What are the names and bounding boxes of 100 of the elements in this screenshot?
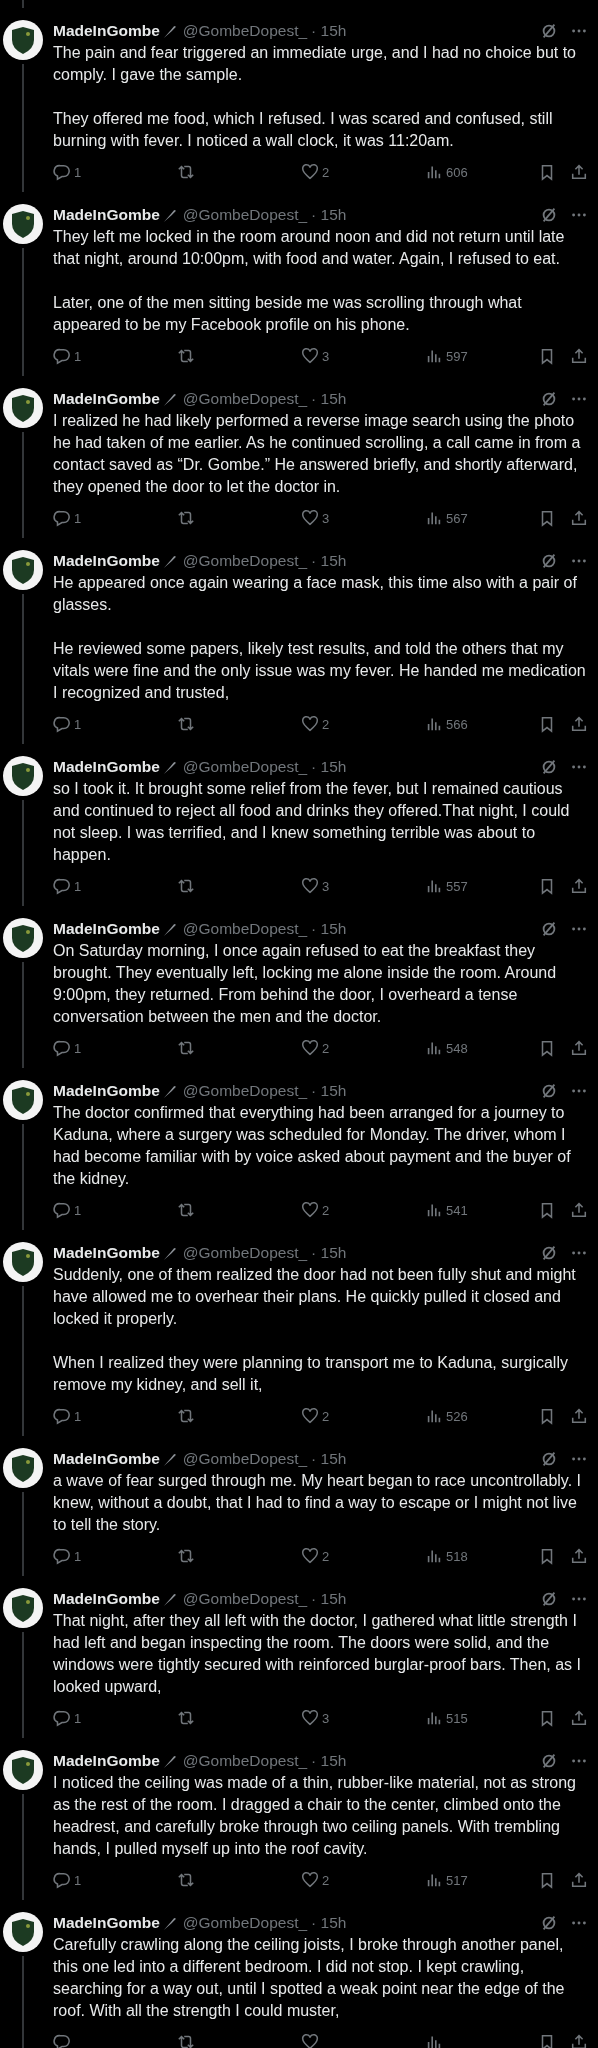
post-time[interactable]: · 15h [311,1590,347,1608]
repost-icon[interactable] [177,715,195,733]
author-name[interactable]: MadeInGombe [53,758,160,776]
post-time[interactable]: · 15h [311,1244,347,1262]
share-icon[interactable] [570,1871,588,1889]
repost-icon[interactable] [177,1547,195,1565]
reply-icon[interactable] [53,1201,71,1219]
post-time[interactable]: · 15h [311,22,347,40]
author-name[interactable]: MadeInGombe [53,1752,160,1770]
share-icon[interactable] [570,1547,588,1565]
share-icon[interactable] [570,1709,588,1727]
reply-icon[interactable] [53,877,71,895]
author-name[interactable]: MadeInGombe [53,1244,160,1262]
heart-icon[interactable] [301,715,319,733]
shield-avatar-icon[interactable] [3,1080,43,1120]
share-icon[interactable] [570,163,588,181]
post-time[interactable]: · 15h [311,920,347,938]
reply-icon[interactable] [53,1407,71,1425]
heart-icon[interactable] [301,509,319,527]
post-time[interactable]: · 15h [311,390,347,408]
heart-icon[interactable] [301,2033,319,2048]
heart-icon[interactable] [301,1407,319,1425]
author-handle[interactable]: @GombeDopest_ [182,206,308,224]
author-handle[interactable]: @GombeDopest_ [182,1752,308,1770]
shield-avatar-icon[interactable] [3,756,43,796]
shield-avatar-icon[interactable] [3,1448,43,1488]
author-handle[interactable]: @GombeDopest_ [182,552,308,570]
repost-icon[interactable] [177,347,195,365]
slashed-circle-icon[interactable] [540,22,558,40]
author-name[interactable]: MadeInGombe [53,1590,160,1608]
post-time[interactable]: · 15h [311,1914,347,1932]
slashed-circle-icon[interactable] [540,1914,558,1932]
slashed-circle-icon[interactable] [540,920,558,938]
reply-icon[interactable] [53,347,71,365]
reply-icon[interactable] [53,715,71,733]
reply-icon[interactable] [53,1871,71,1889]
author-name[interactable]: MadeInGombe [53,390,160,408]
slashed-circle-icon[interactable] [540,1450,558,1468]
author-handle[interactable]: @GombeDopest_ [182,22,308,40]
author-handle[interactable]: @GombeDopest_ [182,920,308,938]
reply-icon[interactable] [53,163,71,181]
heart-icon[interactable] [301,877,319,895]
repost-icon[interactable] [177,877,195,895]
author-handle[interactable]: @GombeDopest_ [182,758,308,776]
repost-icon[interactable] [177,2033,195,2048]
heart-icon[interactable] [301,1871,319,1889]
reply-icon[interactable] [53,1547,71,1565]
shield-avatar-icon[interactable] [3,550,43,590]
repost-icon[interactable] [177,163,195,181]
author-name[interactable]: MadeInGombe [53,552,160,570]
heart-icon[interactable] [301,1039,319,1057]
repost-icon[interactable] [177,1407,195,1425]
slashed-circle-icon[interactable] [540,1590,558,1608]
author-handle[interactable]: @GombeDopest_ [182,1244,308,1262]
author-name[interactable]: MadeInGombe [53,1450,160,1468]
heart-icon[interactable] [301,1201,319,1219]
author-name[interactable]: MadeInGombe [53,1082,160,1100]
slashed-circle-icon[interactable] [540,1082,558,1100]
slashed-circle-icon[interactable] [540,552,558,570]
author-name[interactable]: MadeInGombe [53,206,160,224]
share-icon[interactable] [570,877,588,895]
author-handle[interactable]: @GombeDopest_ [182,1450,308,1468]
heart-icon[interactable] [301,347,319,365]
share-icon[interactable] [570,715,588,733]
author-name[interactable]: MadeInGombe [53,1914,160,1932]
share-icon[interactable] [570,2033,588,2048]
post-time[interactable]: · 15h [311,1450,347,1468]
repost-icon[interactable] [177,1709,195,1727]
slashed-circle-icon[interactable] [540,758,558,776]
post-time[interactable]: · 15h [311,758,347,776]
reply-icon[interactable] [53,509,71,527]
share-icon[interactable] [570,509,588,527]
shield-avatar-icon[interactable] [3,20,43,60]
shield-avatar-icon[interactable] [3,1588,43,1628]
slashed-circle-icon[interactable] [540,390,558,408]
shield-avatar-icon[interactable] [3,204,43,244]
repost-icon[interactable] [177,1871,195,1889]
heart-icon[interactable] [301,1547,319,1565]
post-time[interactable]: · 15h [311,1082,347,1100]
share-icon[interactable] [570,347,588,365]
heart-icon[interactable] [301,163,319,181]
author-name[interactable]: MadeInGombe [53,920,160,938]
repost-icon[interactable] [177,1201,195,1219]
author-handle[interactable]: @GombeDopest_ [182,390,308,408]
reply-icon[interactable] [53,1709,71,1727]
post-time[interactable]: · 15h [311,552,347,570]
repost-icon[interactable] [177,509,195,527]
share-icon[interactable] [570,1201,588,1219]
author-handle[interactable]: @GombeDopest_ [182,1082,308,1100]
heart-icon[interactable] [301,1709,319,1727]
shield-avatar-icon[interactable] [3,1750,43,1790]
shield-avatar-icon[interactable] [3,918,43,958]
shield-avatar-icon[interactable] [3,1912,43,1952]
shield-avatar-icon[interactable] [3,1242,43,1282]
slashed-circle-icon[interactable] [540,1752,558,1770]
reply-icon[interactable] [53,1039,71,1057]
share-icon[interactable] [570,1407,588,1425]
slashed-circle-icon[interactable] [540,1244,558,1262]
share-icon[interactable] [570,1039,588,1057]
author-handle[interactable]: @GombeDopest_ [182,1914,308,1932]
